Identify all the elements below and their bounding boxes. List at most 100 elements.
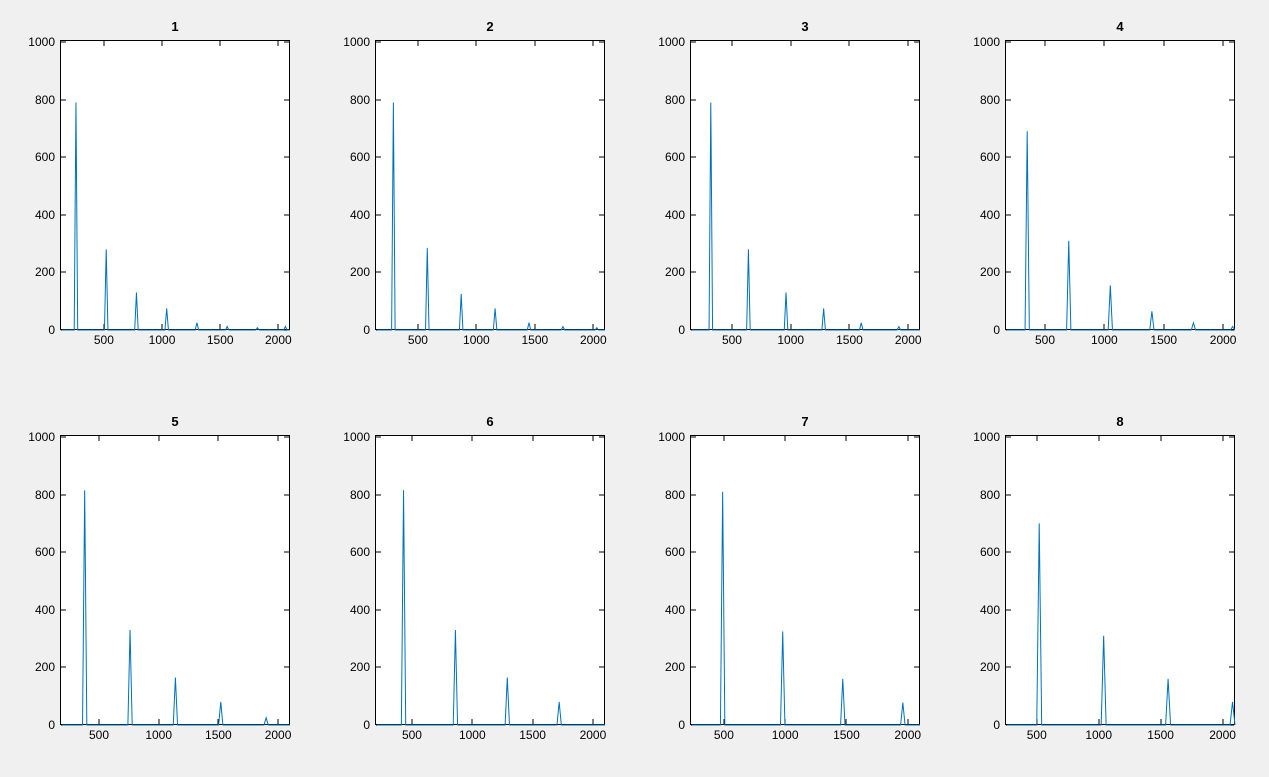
x-tick-label: 2000: [1209, 724, 1236, 742]
y-tick-label: 0: [993, 323, 1006, 337]
x-tick-label: 1000: [459, 724, 486, 742]
axes[interactable]: 102004006008001000500100015002000: [60, 40, 290, 330]
axes-title: 7: [691, 414, 919, 429]
x-tick-label: 1000: [463, 329, 490, 347]
axes[interactable]: 702004006008001000500100015002000: [690, 435, 920, 725]
y-tick-label: 400: [665, 603, 691, 617]
y-tick-label: 600: [980, 150, 1006, 164]
subplot-3: 302004006008001000500100015002000: [690, 40, 920, 330]
x-tick-label: 2000: [1210, 329, 1237, 347]
y-tick-label: 600: [350, 545, 376, 559]
y-tick-label: 800: [350, 488, 376, 502]
axes[interactable]: 302004006008001000500100015002000: [690, 40, 920, 330]
figure: 1020040060080010005001000150020002020040…: [0, 0, 1269, 777]
data-line: [1006, 41, 1236, 331]
subplot-6: 602004006008001000500100015002000: [375, 435, 605, 725]
y-tick-label: 200: [350, 660, 376, 674]
x-tick-label: 1500: [205, 724, 232, 742]
y-tick-label: 200: [980, 660, 1006, 674]
y-tick-label: 800: [35, 488, 61, 502]
y-tick-label: 400: [350, 208, 376, 222]
x-tick-label: 2000: [894, 724, 921, 742]
axes-title: 1: [61, 19, 289, 34]
x-tick-label: 1500: [833, 724, 860, 742]
data-line: [691, 41, 921, 331]
data-line: [376, 436, 606, 726]
y-tick-label: 200: [665, 660, 691, 674]
x-tick-label: 1500: [519, 724, 546, 742]
x-tick-label: 2000: [265, 329, 292, 347]
x-tick-label: 2000: [580, 329, 607, 347]
y-tick-label: 800: [665, 488, 691, 502]
x-tick-label: 500: [722, 329, 742, 347]
y-tick-label: 600: [665, 150, 691, 164]
x-tick-label: 1000: [1085, 724, 1112, 742]
y-tick-label: 600: [980, 545, 1006, 559]
subplot-2: 202004006008001000500100015002000: [375, 40, 605, 330]
x-tick-label: 2000: [895, 329, 922, 347]
x-tick-label: 500: [94, 329, 114, 347]
x-tick-label: 1500: [521, 329, 548, 347]
y-tick-label: 200: [665, 265, 691, 279]
x-tick-label: 500: [714, 724, 734, 742]
subplot-4: 402004006008001000500100015002000: [1005, 40, 1235, 330]
x-tick-label: 1500: [836, 329, 863, 347]
y-tick-label: 1000: [973, 430, 1006, 444]
axes-title: 3: [691, 19, 919, 34]
y-tick-label: 0: [678, 718, 691, 732]
y-tick-label: 0: [993, 718, 1006, 732]
subplot-5: 502004006008001000500100015002000: [60, 435, 290, 725]
axes-title: 4: [1006, 19, 1234, 34]
y-tick-label: 800: [665, 93, 691, 107]
y-tick-label: 400: [980, 603, 1006, 617]
y-tick-label: 200: [35, 265, 61, 279]
y-tick-label: 0: [678, 323, 691, 337]
axes[interactable]: 402004006008001000500100015002000: [1005, 40, 1235, 330]
y-tick-label: 200: [980, 265, 1006, 279]
x-tick-label: 1500: [1147, 724, 1174, 742]
x-tick-label: 2000: [580, 724, 607, 742]
x-tick-label: 1000: [1091, 329, 1118, 347]
y-tick-label: 0: [48, 323, 61, 337]
y-tick-label: 1000: [658, 430, 691, 444]
y-tick-label: 600: [35, 545, 61, 559]
x-tick-label: 1500: [1150, 329, 1177, 347]
x-tick-label: 1000: [149, 329, 176, 347]
y-tick-label: 800: [350, 93, 376, 107]
x-tick-label: 1500: [207, 329, 234, 347]
x-tick-label: 500: [89, 724, 109, 742]
y-tick-label: 1000: [343, 430, 376, 444]
data-line: [61, 41, 291, 331]
axes-title: 2: [376, 19, 604, 34]
y-tick-label: 0: [363, 323, 376, 337]
y-tick-label: 600: [665, 545, 691, 559]
data-line: [1006, 436, 1236, 726]
x-tick-label: 500: [1027, 724, 1047, 742]
subplot-1: 102004006008001000500100015002000: [60, 40, 290, 330]
y-tick-label: 0: [363, 718, 376, 732]
x-tick-label: 2000: [265, 724, 292, 742]
x-tick-label: 500: [402, 724, 422, 742]
y-tick-label: 400: [350, 603, 376, 617]
y-tick-label: 400: [35, 603, 61, 617]
y-tick-label: 400: [980, 208, 1006, 222]
x-tick-label: 500: [408, 329, 428, 347]
x-tick-label: 1000: [772, 724, 799, 742]
subplot-7: 702004006008001000500100015002000: [690, 435, 920, 725]
axes[interactable]: 202004006008001000500100015002000: [375, 40, 605, 330]
y-tick-label: 800: [980, 488, 1006, 502]
y-tick-label: 1000: [343, 35, 376, 49]
axes[interactable]: 602004006008001000500100015002000: [375, 435, 605, 725]
data-line: [691, 436, 921, 726]
y-tick-label: 600: [35, 150, 61, 164]
x-tick-label: 1000: [145, 724, 172, 742]
x-tick-label: 500: [1035, 329, 1055, 347]
y-tick-label: 1000: [28, 35, 61, 49]
y-tick-label: 0: [48, 718, 61, 732]
axes[interactable]: 502004006008001000500100015002000: [60, 435, 290, 725]
y-tick-label: 800: [35, 93, 61, 107]
axes-title: 5: [61, 414, 289, 429]
y-tick-label: 200: [350, 265, 376, 279]
axes[interactable]: 802004006008001000500100015002000: [1005, 435, 1235, 725]
y-tick-label: 1000: [973, 35, 1006, 49]
